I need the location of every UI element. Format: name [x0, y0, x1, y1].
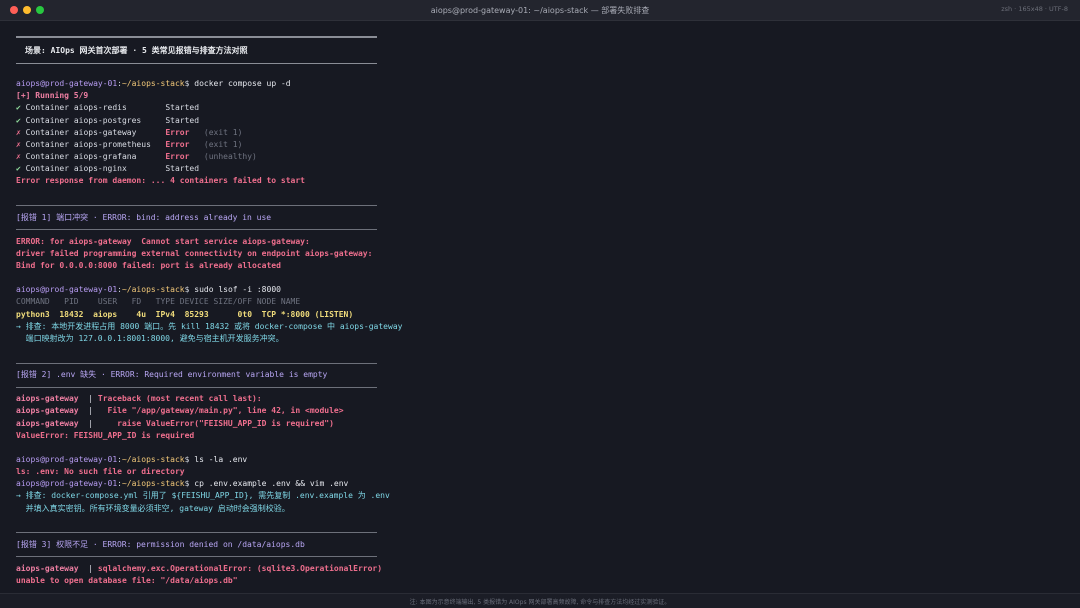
container-name: Container aiops-grafana	[25, 151, 166, 161]
error-2-header: [报错 2] .env 缺失 · ERROR: Required environ…	[16, 370, 328, 380]
container-name: Container aiops-redis	[25, 103, 166, 113]
container-status-line: ✗ Container aiops-gateway Error (exit 1)	[16, 127, 416, 139]
command-text: ls -la .env	[194, 454, 248, 464]
container-list: ✔ Container aiops-redis Started ✔ Contain…	[16, 102, 416, 175]
scenario-banner: 场景: AIOps 网关首次部署 · 5 类常见报错与排查方法对照	[25, 45, 248, 55]
container-status: Started	[165, 164, 200, 174]
terminal-output[interactable]: 场景: AIOps 网关首次部署 · 5 类常见报错与排查方法对照 aiops@…	[16, 34, 416, 587]
exit-note	[189, 152, 203, 161]
traceback-line: aiops-gateway | File "/app/gateway/main.…	[16, 406, 344, 416]
container-name: Container aiops-nginx	[25, 164, 166, 174]
running-status: [+] Running 5/9	[16, 91, 89, 101]
error-line: ERROR: for aiops-gateway Cannot start se…	[16, 236, 310, 246]
lsof-header: COMMAND PID USER FD TYPE DEVICE SIZE/OFF…	[16, 297, 301, 307]
prompt-line: aiops@prod-gateway-01:~/aiops-stack$ cp …	[16, 479, 349, 489]
error-line: aiops-gateway | sqlalchemy.exc.Operation…	[16, 563, 383, 573]
value-error: ValueError: FEISHU_APP_ID is required	[16, 430, 195, 440]
section-rule	[16, 205, 377, 207]
container-status: Error	[165, 139, 190, 149]
prompt-line: aiops@prod-gateway-01:~/aiops-stack$ doc…	[16, 79, 291, 89]
container-status: Started	[165, 115, 200, 125]
terminal-window: aiops@prod-gateway-01: ~/aiops-stack — 部…	[0, 0, 1080, 608]
container-status: Started	[165, 103, 200, 113]
footer-bar: 注: 本图为示意终端输出, 5 类报错为 AIOps 网关部署高频故障, 命令与…	[0, 593, 1080, 608]
section-rule	[16, 362, 377, 364]
exit-note	[189, 140, 203, 149]
terminal-info: zsh · 165x48 · UTF-8	[1001, 5, 1068, 13]
command-text: docker compose up -d	[194, 79, 291, 89]
container-status-line: ✔ Container aiops-redis Started	[16, 102, 416, 114]
exit-note	[189, 128, 203, 137]
footer-note: 注: 本图为示意终端输出, 5 类报错为 AIOps 网关部署高频故障, 命令与…	[409, 599, 671, 606]
container-status: Error	[165, 127, 190, 137]
lsof-row: python3 18432 aiops 4u IPv4 85293 0t0 TC…	[16, 309, 354, 319]
fix-hint: 并填入真实密钥。所有环境变量必须非空, gateway 启动时会强制校验。	[16, 503, 290, 513]
error-3-header: [报错 3] 权限不足 · ERROR: permission denied o…	[16, 539, 305, 549]
container-status-line: ✗ Container aiops-grafana Error (unhealt…	[16, 151, 416, 163]
daemon-error: Error response from daemon: ... 4 contai…	[16, 176, 305, 186]
container-status-line: ✗ Container aiops-prometheus Error (exit…	[16, 139, 416, 151]
container-status: Error	[165, 151, 190, 161]
error-1-header: [报错 1] 端口冲突 · ERROR: bind: address alrea…	[16, 212, 272, 222]
fix-hint: → 排查: docker-compose.yml 引用了 ${FEISHU_AP…	[16, 491, 390, 501]
section-rule	[16, 386, 377, 388]
prompt-line: aiops@prod-gateway-01:~/aiops-stack$ ls …	[16, 454, 248, 464]
container-name: Container aiops-gateway	[25, 127, 166, 137]
command-text: sudo lsof -i :8000	[194, 285, 281, 295]
container-status-line: ✔ Container aiops-postgres Started	[16, 115, 416, 127]
ls-output: ls: .env: No such file or directory	[16, 467, 185, 477]
error-line: driver failed programming external conne…	[16, 248, 373, 258]
exit-note: (exit 1)	[203, 127, 243, 137]
section-rule	[16, 229, 377, 231]
banner-rule-bottom	[16, 62, 377, 64]
command-text: cp .env.example .env && vim .env	[194, 479, 349, 489]
fix-hint: → 排查: 本地开发进程占用 8000 端口。先 kill 18432 或将 d…	[16, 321, 403, 331]
banner-rule-top	[16, 36, 377, 38]
traceback: aiops-gateway | Traceback (most recent c…	[16, 393, 416, 429]
container-name: Container aiops-postgres	[25, 115, 166, 125]
container-name: Container aiops-prometheus	[25, 139, 166, 149]
section-rule	[16, 532, 377, 534]
section-rule	[16, 556, 377, 558]
error-line: Bind for 0.0.0.0:8000 failed: port is al…	[16, 260, 281, 270]
traceback-line: aiops-gateway | Traceback (most recent c…	[16, 394, 262, 404]
title-bar: aiops@prod-gateway-01: ~/aiops-stack — 部…	[0, 0, 1080, 21]
container-status-line: ✔ Container aiops-nginx Started	[16, 163, 416, 175]
exit-note: (exit 1)	[203, 139, 243, 149]
exit-note: (unhealthy)	[203, 151, 257, 161]
traceback-line: aiops-gateway | raise ValueError("FEISHU…	[16, 418, 334, 428]
fix-hint: 端口映射改为 127.0.0.1:8001:8000, 避免与宿主机开发服务冲突…	[16, 333, 284, 343]
window-title: aiops@prod-gateway-01: ~/aiops-stack — 部…	[430, 6, 650, 15]
error-line: unable to open database file: "/data/aio…	[16, 576, 238, 586]
prompt-line: aiops@prod-gateway-01:~/aiops-stack$ sud…	[16, 285, 281, 295]
